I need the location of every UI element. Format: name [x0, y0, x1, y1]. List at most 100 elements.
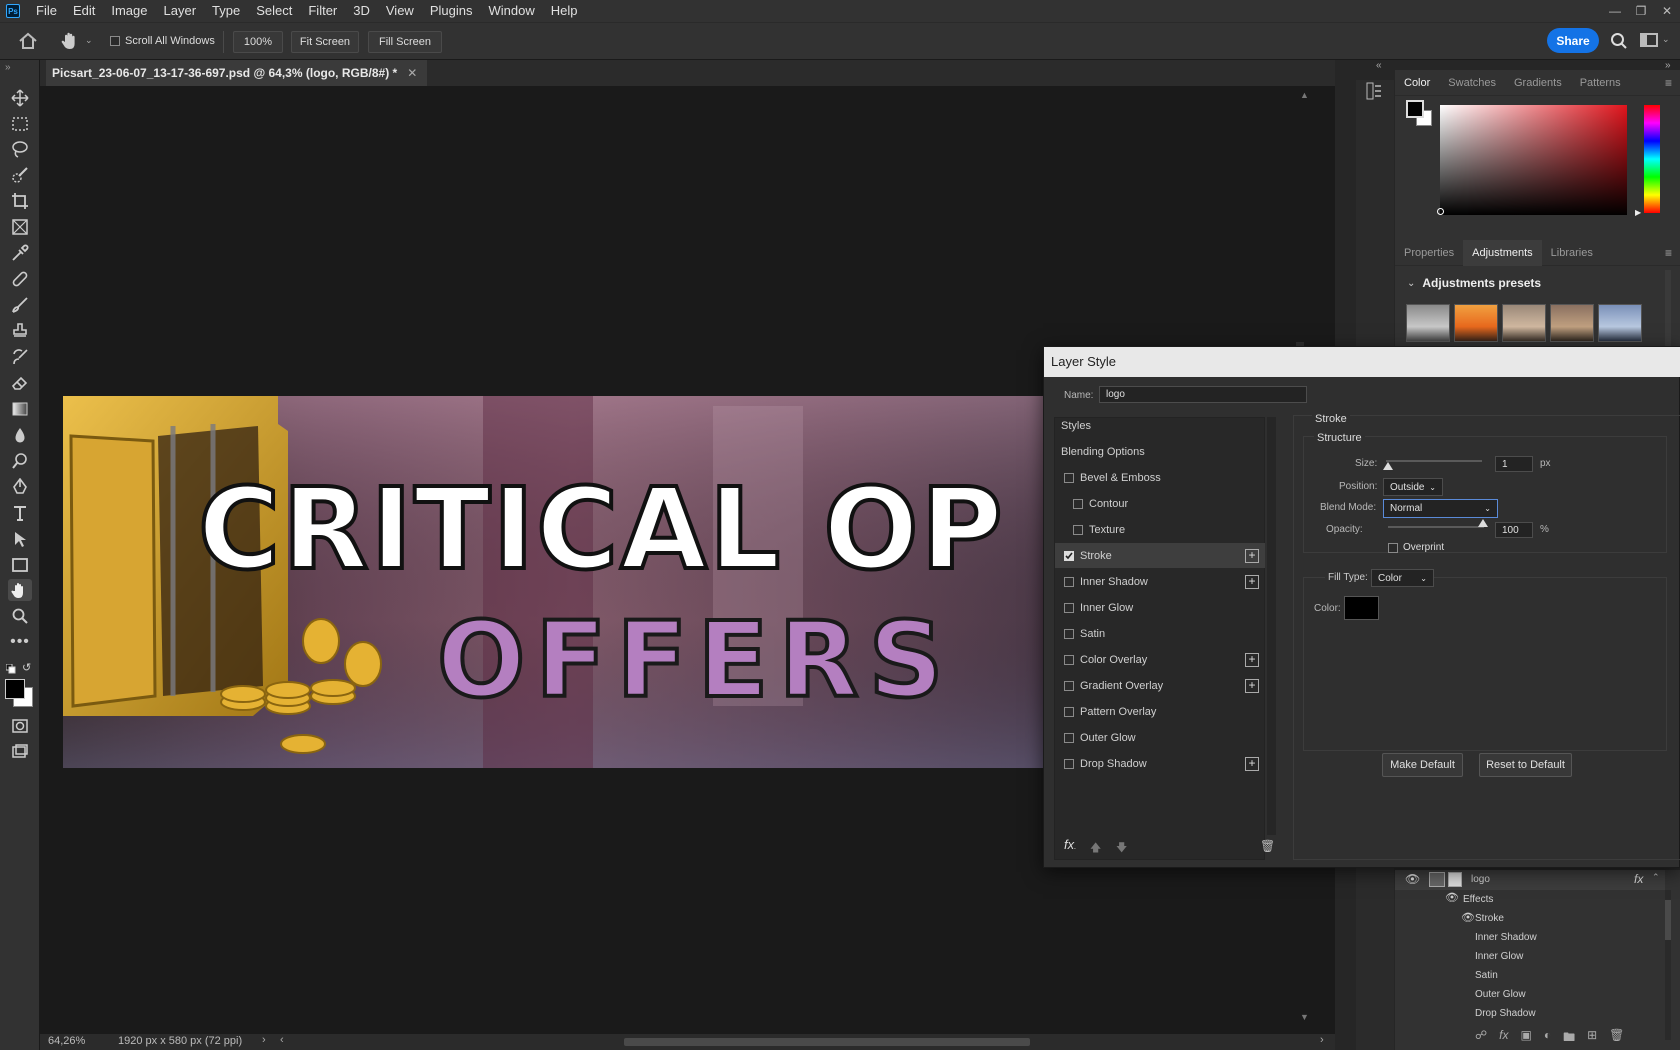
preset-thumbnail[interactable] — [1550, 304, 1594, 342]
scroll-right-icon[interactable]: › — [1320, 1034, 1324, 1046]
status-expand-icon[interactable]: › — [262, 1034, 266, 1046]
style-item-gradient-overlay[interactable]: Gradient Overlay + — [1055, 673, 1265, 698]
opacity-slider[interactable] — [1388, 526, 1484, 528]
panel-scrollbar[interactable] — [1665, 270, 1671, 350]
link-layers-icon[interactable]: ☍ — [1475, 1028, 1487, 1049]
make-default-button[interactable]: Make Default — [1382, 753, 1463, 777]
scroll-down-icon[interactable]: ▼ — [1300, 1012, 1309, 1022]
home-icon[interactable] — [18, 32, 38, 53]
hand-tool-icon[interactable] — [8, 579, 32, 601]
size-input[interactable]: 1 — [1495, 456, 1533, 472]
styles-list-scrollbar[interactable] — [1267, 417, 1276, 835]
style-checkbox[interactable] — [1064, 576, 1074, 587]
brush-tool-icon[interactable] — [8, 294, 32, 316]
zoom-level[interactable]: 64,26% — [48, 1035, 85, 1047]
add-effect-icon[interactable]: + — [1245, 574, 1259, 589]
zoom-tool-icon[interactable] — [8, 605, 32, 627]
layers-scrollbar[interactable] — [1665, 890, 1671, 1040]
adjustments-presets-header[interactable]: ⌄ Adjustments presets — [1407, 276, 1541, 290]
close-icon[interactable]: ✕ — [1654, 1, 1680, 21]
move-down-icon[interactable]: 🡇 — [1116, 839, 1127, 858]
expand-toolbar-icon[interactable]: » — [5, 62, 11, 73]
fill-screen-button[interactable]: Fill Screen — [368, 31, 442, 53]
style-item-satin[interactable]: Satin — [1055, 621, 1265, 646]
marquee-tool-icon[interactable] — [8, 113, 32, 135]
style-item-drop-shadow[interactable]: Drop Shadow + — [1055, 751, 1265, 776]
dialog-title[interactable]: Layer Style — [1044, 347, 1680, 377]
reset-to-default-button[interactable]: Reset to Default — [1479, 753, 1572, 777]
fill-type-select[interactable]: Color ⌄ — [1371, 569, 1434, 587]
stroke-color-swatch[interactable] — [1344, 596, 1379, 620]
add-effect-icon[interactable]: + — [1245, 548, 1259, 563]
menu-help[interactable]: Help — [543, 0, 586, 22]
preset-thumbnail[interactable] — [1598, 304, 1642, 342]
restore-icon[interactable]: ❐ — [1628, 1, 1654, 21]
color-field[interactable] — [1437, 105, 1627, 215]
style-item-color-overlay[interactable]: Color Overlay + — [1055, 647, 1265, 672]
history-brush-tool-icon[interactable] — [8, 346, 32, 368]
blur-tool-icon[interactable] — [8, 424, 32, 446]
size-slider-handle[interactable] — [1383, 462, 1393, 470]
effect-row-outer-glow[interactable]: Outer Glow — [1461, 985, 1661, 1004]
menu-filter[interactable]: Filter — [300, 0, 345, 22]
document-tab[interactable]: Picsart_23-06-07_13-17-36-697.psd @ 64,3… — [46, 60, 428, 86]
collapse-dock-icon[interactable]: « — [1376, 60, 1382, 71]
layer-name[interactable]: logo — [1471, 870, 1490, 889]
opacity-input[interactable]: 100 — [1495, 522, 1533, 538]
fx-menu-icon[interactable]: fx. — [1064, 837, 1076, 852]
eye-icon[interactable]: 👁 — [1461, 909, 1475, 928]
history-panel-icon[interactable] — [1366, 82, 1382, 103]
style-item-outer-glow[interactable]: Outer Glow — [1055, 725, 1265, 750]
adjustment-layer-icon[interactable]: ◐ — [1544, 1028, 1551, 1049]
type-tool-icon[interactable] — [8, 502, 32, 524]
style-checkbox[interactable] — [1064, 732, 1074, 743]
position-select[interactable]: Outside ⌄ — [1383, 478, 1443, 496]
style-checkbox[interactable] — [1073, 498, 1083, 509]
menu-3d[interactable]: 3D — [345, 0, 378, 22]
tab-properties[interactable]: Properties — [1395, 240, 1463, 266]
foreground-color-swatch[interactable] — [5, 679, 25, 699]
close-tab-icon[interactable]: ✕ — [407, 66, 417, 80]
tab-swatches[interactable]: Swatches — [1439, 70, 1505, 95]
rectangle-tool-icon[interactable] — [8, 554, 32, 576]
add-effect-icon[interactable]: + — [1245, 756, 1259, 771]
minimize-icon[interactable]: — — [1602, 1, 1628, 21]
swap-colors-icon[interactable]: ↺ — [22, 661, 31, 674]
fx-icon[interactable]: fx — [1499, 1028, 1508, 1049]
eye-icon[interactable]: 👁 — [1405, 872, 1420, 886]
delete-effect-icon[interactable]: 🗑 — [1260, 839, 1275, 853]
more-tools-icon[interactable]: ••• — [8, 631, 32, 653]
default-colors-icon[interactable] — [5, 663, 16, 677]
panel-menu-icon[interactable]: ≡ — [1665, 246, 1672, 260]
menu-file[interactable]: File — [28, 0, 65, 22]
style-item-inner-shadow[interactable]: Inner Shadow + — [1055, 569, 1265, 594]
zoom-100-button[interactable]: 100% — [233, 31, 283, 53]
style-checkbox[interactable] — [1064, 628, 1074, 639]
effect-row-inner-shadow[interactable]: Inner Shadow — [1461, 928, 1661, 947]
chevron-down-icon[interactable]: ⌄ — [85, 35, 93, 46]
quick-selection-tool-icon[interactable] — [8, 164, 32, 186]
menu-layer[interactable]: Layer — [156, 0, 205, 22]
style-checkbox[interactable] — [1064, 706, 1074, 717]
style-checkbox[interactable] — [1064, 758, 1074, 769]
new-group-icon[interactable]: 🖿 — [1563, 1028, 1575, 1049]
effect-row-stroke[interactable]: 👁 Stroke — [1461, 909, 1661, 928]
preset-thumbnail[interactable] — [1406, 304, 1450, 342]
stamp-tool-icon[interactable] — [8, 320, 32, 342]
menu-image[interactable]: Image — [103, 0, 155, 22]
menu-window[interactable]: Window — [480, 0, 542, 22]
menu-plugins[interactable]: Plugins — [422, 0, 481, 22]
crop-tool-icon[interactable] — [8, 190, 32, 212]
lasso-tool-icon[interactable] — [8, 138, 32, 160]
style-checkbox[interactable] — [1064, 654, 1074, 665]
opacity-slider-handle[interactable] — [1478, 519, 1488, 527]
fit-screen-button[interactable]: Fit Screen — [291, 31, 359, 53]
add-effect-icon[interactable]: + — [1245, 678, 1259, 693]
tab-patterns[interactable]: Patterns — [1571, 70, 1630, 95]
healing-brush-tool-icon[interactable] — [8, 268, 32, 290]
style-item-pattern-overlay[interactable]: Pattern Overlay — [1055, 699, 1265, 724]
layer-row-logo[interactable]: 👁 logo fx ⌃ — [1395, 870, 1665, 890]
dodge-tool-icon[interactable] — [8, 450, 32, 472]
size-slider[interactable] — [1386, 460, 1482, 462]
scroll-all-windows-checkbox[interactable] — [110, 36, 120, 46]
